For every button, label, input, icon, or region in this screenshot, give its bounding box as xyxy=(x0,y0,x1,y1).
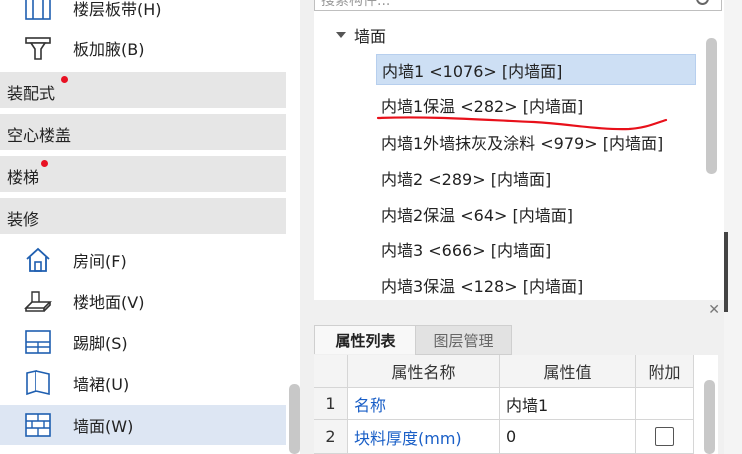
collapse-triangle-icon[interactable] xyxy=(336,32,346,38)
tree-item-label: 内墙3 <666> [内墙面] xyxy=(381,240,552,260)
section-label: 空心楼盖 xyxy=(7,126,72,145)
slab-haunch-icon xyxy=(23,33,53,63)
property-name: 块料厚度(mm) xyxy=(354,428,462,448)
tree-root-wall-surface[interactable]: 墙面 xyxy=(336,23,386,47)
nav-item-label: 板加腋(B) xyxy=(73,40,145,59)
nav-item-label: 楼层板带(H) xyxy=(73,0,162,19)
section-stairs[interactable]: 楼梯 xyxy=(0,156,286,192)
close-icon[interactable]: ✕ xyxy=(708,302,720,318)
tree-item-label: 内墙2保温 <64> [内墙面] xyxy=(381,205,574,225)
house-icon xyxy=(23,245,53,275)
property-grid-scrollbar[interactable] xyxy=(704,380,715,454)
property-value: 内墙1 xyxy=(506,395,549,415)
search-icon xyxy=(696,0,709,5)
nav-item-slab-strip[interactable]: 楼层板带(H) xyxy=(0,0,286,28)
nav-item-label: 房间(F) xyxy=(73,252,127,271)
skirting-icon xyxy=(23,327,53,357)
component-nav-panel: 楼层板带(H) 板加腋(B) 装配式 空心楼盖 楼梯 装修 房间(F) 楼地面(… xyxy=(0,0,300,454)
section-prefab[interactable]: 装配式 xyxy=(0,72,286,108)
properties-panel: ✕ 属性列表 图层管理 属性名称 属性值 附加 1 名称 内墙1 2 块料厚度(… xyxy=(314,300,724,454)
tree-item-label: 内墙3保温 <128> [内墙面] xyxy=(381,276,584,296)
tab-property-list[interactable]: 属性列表 xyxy=(314,325,417,354)
nav-item-wall-surface[interactable]: 墙面(W) xyxy=(0,405,286,445)
floor-icon xyxy=(23,286,53,316)
right-edge-strip xyxy=(724,0,742,454)
nav-item-label: 墙面(W) xyxy=(73,417,134,436)
row-number: 2 xyxy=(314,420,348,454)
row-number: 1 xyxy=(314,388,348,420)
column-header-value: 属性值 xyxy=(500,355,636,388)
section-label: 楼梯 xyxy=(7,168,40,187)
tree-item-label: 内墙2 <289> [内墙面] xyxy=(381,169,552,189)
nav-item-slab-haunch[interactable]: 板加腋(B) xyxy=(0,28,286,68)
property-extra-cell xyxy=(636,388,694,420)
section-decoration[interactable]: 装修 xyxy=(0,198,286,234)
section-label: 装修 xyxy=(7,210,40,229)
row-number-label: 2 xyxy=(325,427,336,446)
nav-item-label: 楼地面(V) xyxy=(73,293,145,312)
property-name-cell[interactable]: 块料厚度(mm) xyxy=(348,420,500,454)
nav-item-label: 踢脚(S) xyxy=(73,334,128,353)
column-header-name: 属性名称 xyxy=(348,355,500,388)
nav-item-floor-finish[interactable]: 楼地面(V) xyxy=(0,281,286,321)
property-value-cell[interactable]: 内墙1 xyxy=(500,388,636,420)
tree-root-label: 墙面 xyxy=(354,27,387,46)
tab-label: 属性列表 xyxy=(335,331,396,350)
tree-scrollbar[interactable] xyxy=(706,38,717,174)
notification-badge xyxy=(61,76,68,83)
search-placeholder: 搜索构件... xyxy=(321,0,391,9)
right-edge-splitter[interactable] xyxy=(724,232,728,312)
slab-strip-icon xyxy=(23,0,53,23)
tab-label: 图层管理 xyxy=(433,331,494,350)
component-tree-panel: 搜索构件... 墙面 内墙1 <1076> [内墙面] 内墙1保温 <282> … xyxy=(314,0,724,300)
nav-item-dado[interactable]: 墙裙(U) xyxy=(0,363,286,403)
tree-item[interactable]: 内墙3 <666> [内墙面] xyxy=(376,233,556,264)
header-label: 属性名称 xyxy=(391,363,456,382)
column-header-extra: 附加 xyxy=(636,355,694,388)
header-label: 附加 xyxy=(648,363,681,382)
property-value: 0 xyxy=(506,427,517,446)
property-grid: 属性名称 属性值 附加 1 名称 内墙1 2 块料厚度(mm) 0 xyxy=(314,355,718,454)
section-hollow-floor[interactable]: 空心楼盖 xyxy=(0,114,286,150)
tree-search-box[interactable]: 搜索构件... xyxy=(314,0,722,11)
section-label: 装配式 xyxy=(7,84,56,103)
tab-layer-management[interactable]: 图层管理 xyxy=(415,325,512,355)
panel-splitter[interactable] xyxy=(300,0,314,454)
tree-item[interactable]: 内墙2 <289> [内墙面] xyxy=(376,162,556,193)
nav-item-skirting[interactable]: 踢脚(S) xyxy=(0,322,286,362)
notification-badge xyxy=(41,160,48,167)
extra-checkbox[interactable] xyxy=(655,427,674,446)
wall-surface-icon xyxy=(23,410,53,440)
grid-corner xyxy=(314,355,348,388)
left-panel-scrollbar[interactable] xyxy=(289,384,300,454)
header-label: 属性值 xyxy=(543,363,592,382)
property-value-cell[interactable]: 0 xyxy=(500,420,636,454)
property-extra-cell xyxy=(636,420,694,454)
red-underline-annotation xyxy=(376,116,668,131)
tree-item[interactable]: 内墙2保温 <64> [内墙面] xyxy=(376,198,578,229)
dado-icon xyxy=(23,368,53,398)
tree-item-label: 内墙1 <1076> [内墙面] xyxy=(382,61,563,81)
nav-item-label: 墙裙(U) xyxy=(73,375,130,394)
tree-item[interactable]: 内墙1 <1076> [内墙面] xyxy=(376,54,696,85)
nav-item-room[interactable]: 房间(F) xyxy=(0,240,286,280)
tree-item[interactable]: 内墙3保温 <128> [内墙面] xyxy=(376,269,588,300)
row-number-label: 1 xyxy=(325,394,336,413)
property-name-cell[interactable]: 名称 xyxy=(348,388,500,420)
property-name: 名称 xyxy=(354,395,387,415)
